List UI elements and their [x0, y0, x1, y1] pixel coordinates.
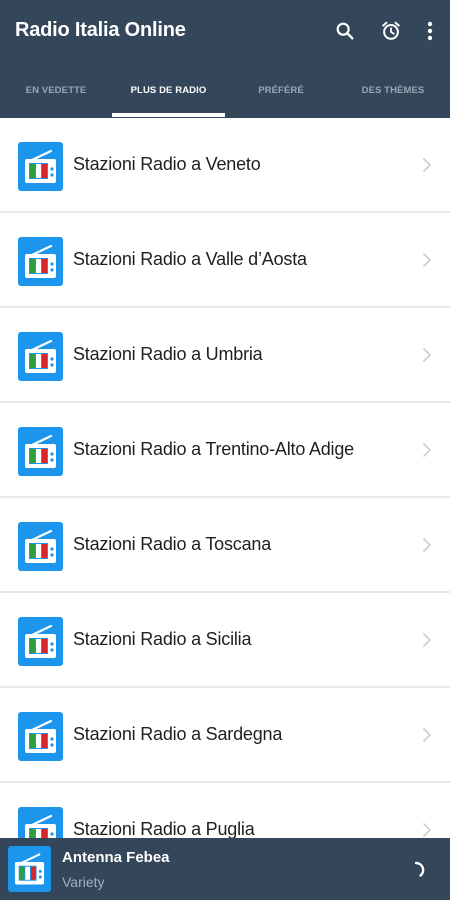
- chevron-right-icon: [423, 728, 431, 742]
- chevron-right-icon: [423, 633, 431, 647]
- region-list: Stazioni Radio a Veneto Stazioni Radio a …: [0, 118, 450, 838]
- list-item[interactable]: Stazioni Radio a Veneto: [0, 118, 450, 211]
- player-station-genre: Variety: [62, 874, 105, 890]
- list-item-label: Stazioni Radio a Veneto: [73, 154, 261, 174]
- list-item[interactable]: Stazioni Radio a Puglia: [0, 783, 450, 838]
- list-item[interactable]: Stazioni Radio a Sicilia: [0, 593, 450, 686]
- list-item-label: Stazioni Radio a Puglia: [73, 819, 255, 838]
- radio-icon: [8, 846, 51, 892]
- radio-icon: [18, 142, 63, 191]
- mini-player[interactable]: Antenna Febea Variety: [0, 838, 450, 900]
- radio-icon: [18, 522, 63, 571]
- list-item-label: Stazioni Radio a Trentino-Alto Adige: [73, 439, 354, 459]
- list-item-label: Stazioni Radio a Umbria: [73, 344, 263, 364]
- tab-en-vedette[interactable]: EN VEDETTE: [0, 62, 112, 118]
- player-station-name: Antenna Febea: [62, 849, 170, 866]
- app-title: Radio Italia Online: [15, 19, 186, 41]
- list-item-label: Stazioni Radio a Sardegna: [73, 724, 283, 744]
- tab-prefere[interactable]: PRÉFÉRÉ: [225, 62, 337, 118]
- radio-icon: [18, 712, 63, 761]
- alarm-button[interactable]: [374, 14, 408, 48]
- chevron-right-icon: [423, 823, 431, 837]
- chevron-right-icon: [423, 253, 431, 267]
- list-item[interactable]: Stazioni Radio a Trentino-Alto Adige: [0, 403, 450, 496]
- active-tab-indicator: [112, 113, 225, 117]
- tab-plus-de-radio[interactable]: PLUS DE RADIO: [112, 62, 225, 118]
- radio-icon: [18, 617, 63, 666]
- radio-icon: [18, 807, 63, 838]
- list-item-label: Stazioni Radio a Valle d’Aosta: [73, 249, 307, 269]
- more-vert-icon: [427, 21, 433, 41]
- list-item[interactable]: Stazioni Radio a Toscana: [0, 498, 450, 591]
- list-item[interactable]: Stazioni Radio a Umbria: [0, 308, 450, 401]
- alarm-icon: [382, 21, 400, 40]
- chevron-right-icon: [423, 538, 431, 552]
- chevron-right-icon: [423, 158, 431, 172]
- list-item[interactable]: Stazioni Radio a Sardegna: [0, 688, 450, 781]
- search-button[interactable]: [328, 14, 362, 48]
- chevron-right-icon: [423, 443, 431, 457]
- radio-icon: [18, 237, 63, 286]
- search-icon: [336, 22, 354, 40]
- tab-des-themes[interactable]: DES THÈMES: [337, 62, 449, 118]
- app-bar: Radio Italia Online EN VEDETTE PLUS DE R…: [0, 0, 450, 118]
- list-item-label: Stazioni Radio a Sicilia: [73, 629, 252, 649]
- list-item[interactable]: Stazioni Radio a Valle d’Aosta: [0, 213, 450, 306]
- radio-icon: [18, 332, 63, 381]
- chevron-right-icon: [423, 348, 431, 362]
- loading-spinner-icon: [414, 861, 425, 877]
- radio-icon: [18, 427, 63, 476]
- list-item-label: Stazioni Radio a Toscana: [73, 534, 271, 554]
- more-options-button[interactable]: [413, 14, 447, 48]
- tab-bar: EN VEDETTE PLUS DE RADIO PRÉFÉRÉ DES THÈ…: [0, 62, 450, 118]
